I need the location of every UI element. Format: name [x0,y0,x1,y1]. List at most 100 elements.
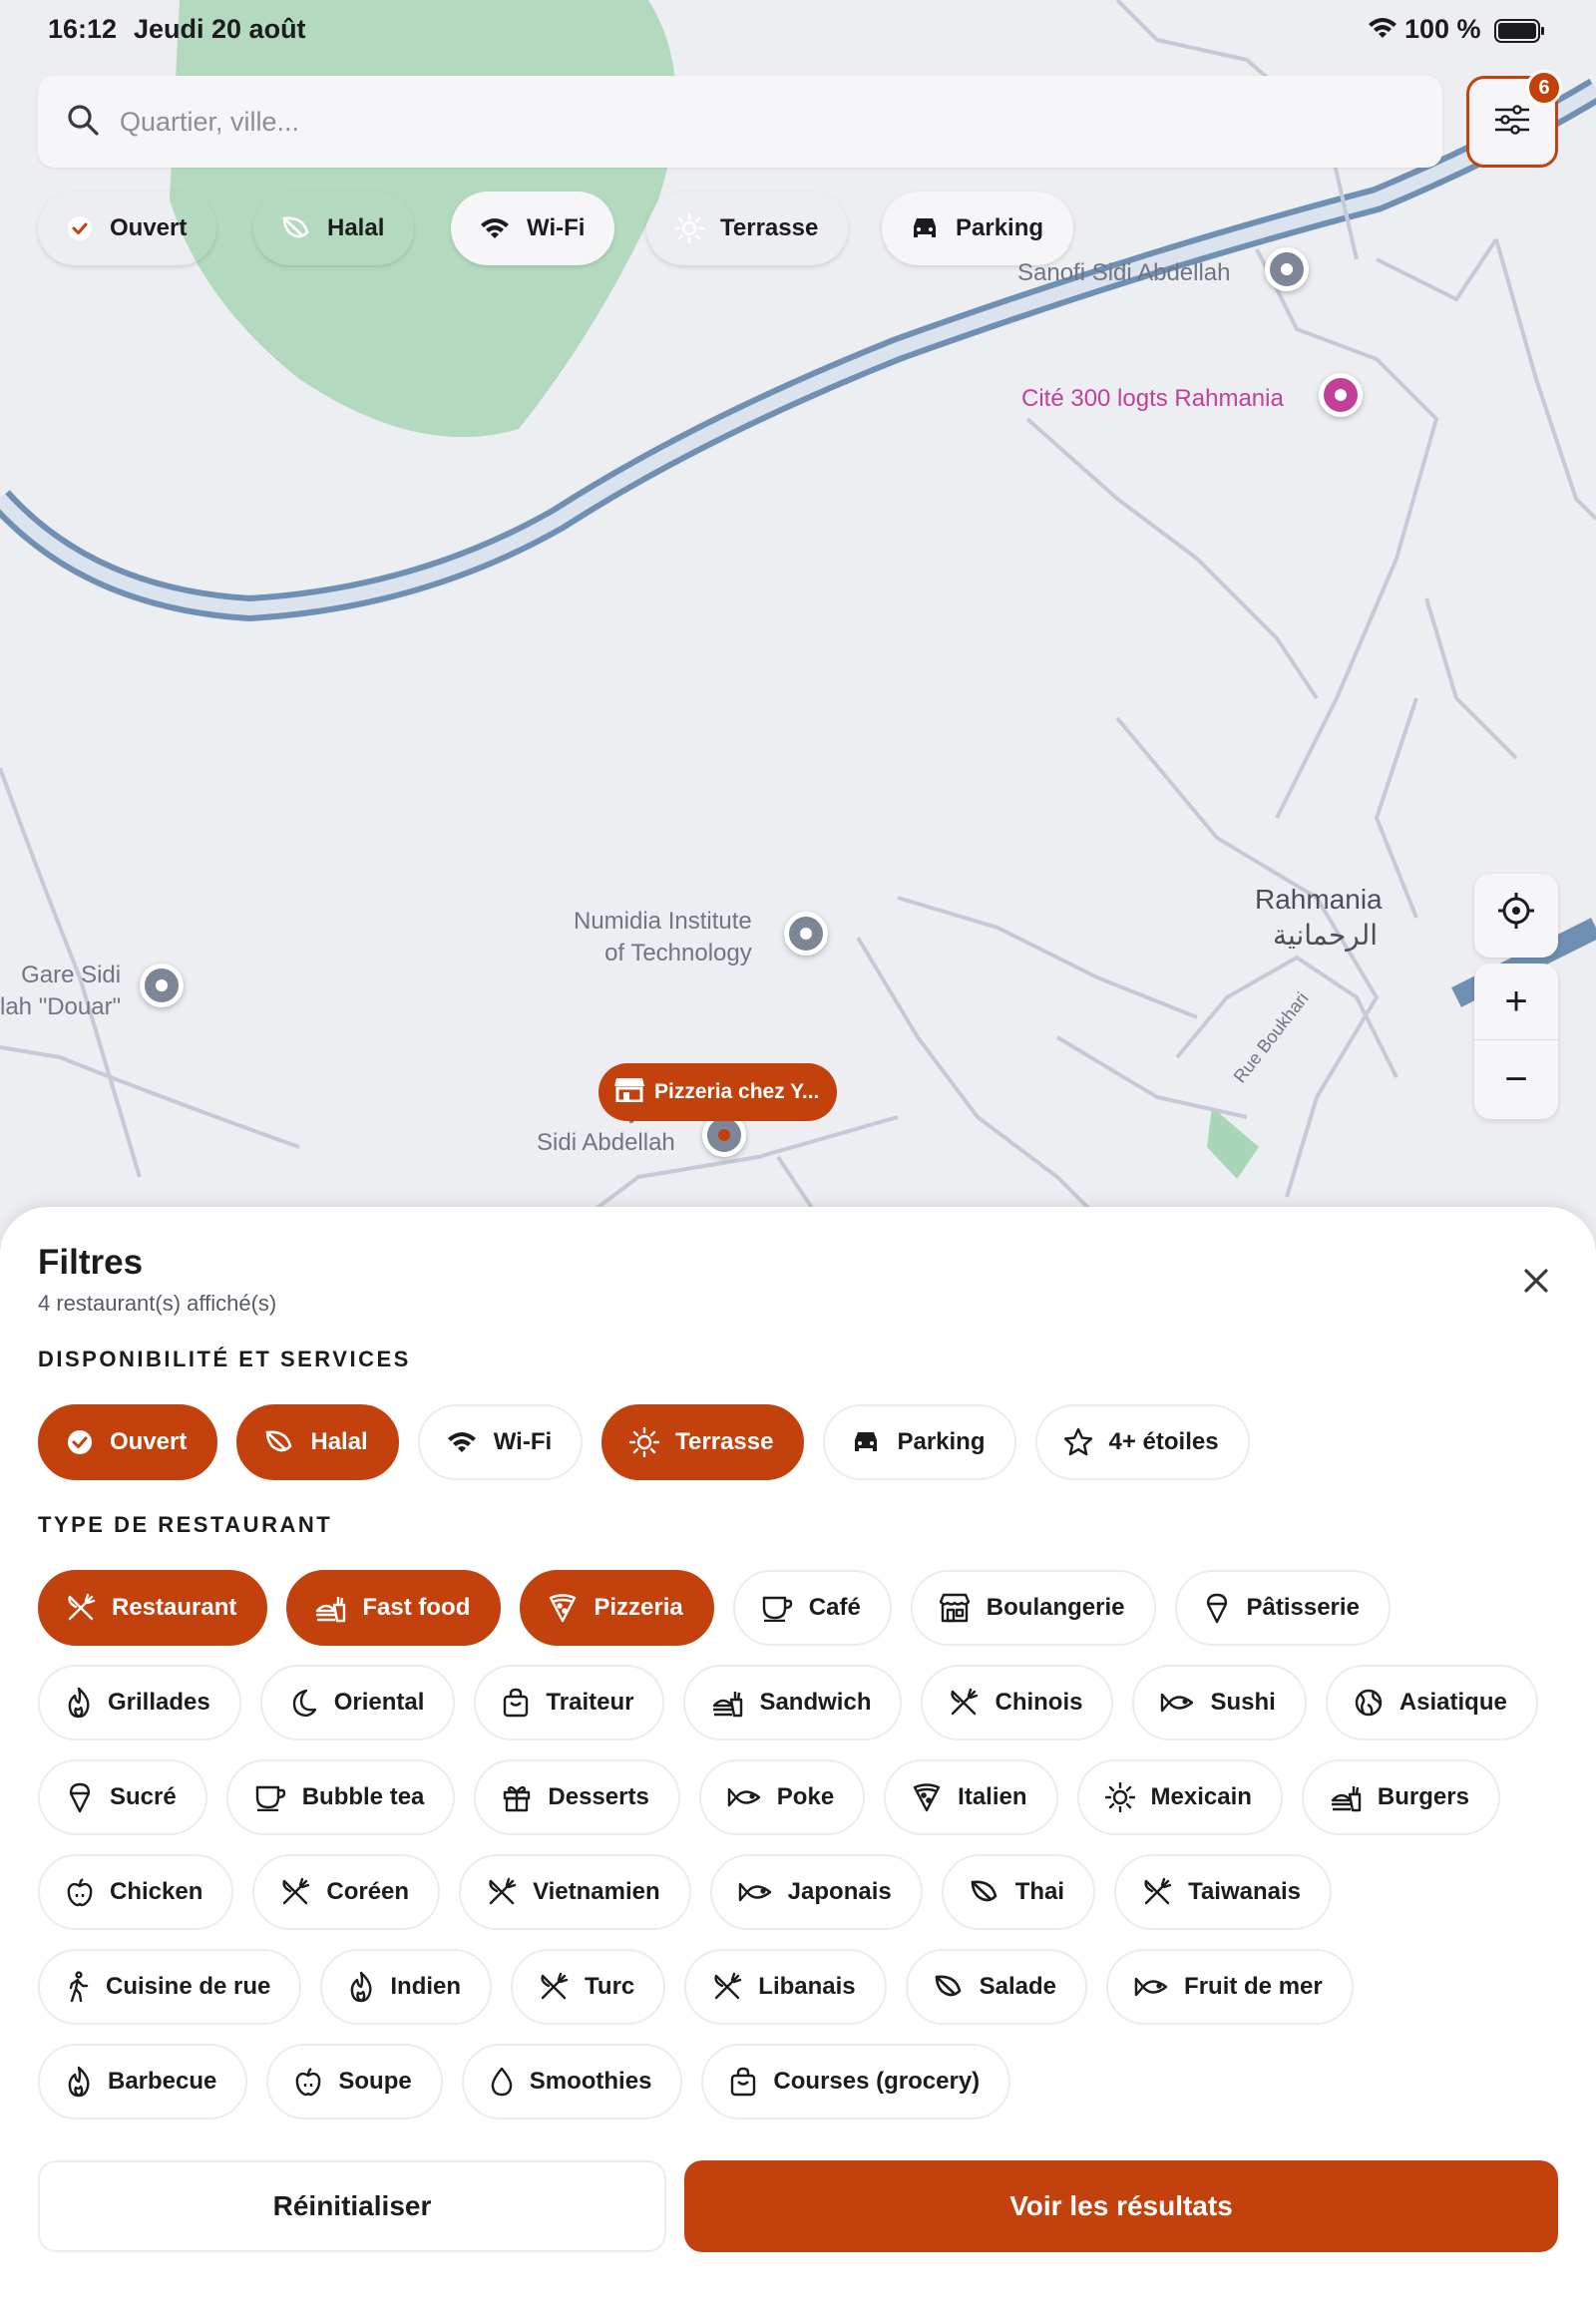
show-results-button[interactable]: Voir les résultats [684,2160,1558,2252]
map-label-sanofi: Sanofi Sidi Abdellah [1017,259,1231,286]
locate-button[interactable] [1474,874,1558,958]
type-chip-barbecue[interactable]: Barbecue [38,2044,248,2120]
type-chip-traiteur[interactable]: Traiteur [474,1665,665,1740]
battery-percent: 100 % [1404,14,1481,44]
map-pin-icon[interactable] [140,964,184,1007]
map-label-rahmania: Rahmania [1255,884,1383,915]
map-chip-parking[interactable]: Parking [882,192,1074,265]
filter-chip-terrasse[interactable]: Terrasse [601,1404,805,1480]
type-chip-italien[interactable]: Italien [884,1759,1058,1835]
chip-label: Wi-Fi [527,214,586,241]
zoom-out-button[interactable]: − [1474,1040,1558,1118]
filter-chip-halal[interactable]: Halal [236,1404,399,1480]
type-chip-grillades[interactable]: Grillades [38,1665,241,1740]
map-pin-icon[interactable] [1265,247,1309,291]
type-chip-cafe[interactable]: Café [732,1570,892,1646]
burger-fries-icon [711,1688,743,1718]
type-chip-restaurant[interactable]: Restaurant [38,1570,268,1646]
map-view[interactable]: 16:12 Jeudi 20 août 100 % 6 Ouvert Halal… [0,0,1596,1257]
chip-label: Thai [1014,1878,1065,1905]
type-chip-row: Grillades Oriental Traiteur Sandwich Chi… [38,1665,1538,1740]
type-chip-boulangerie[interactable]: Boulangerie [910,1570,1156,1646]
fish-icon [738,1879,772,1905]
type-chip-chinois[interactable]: Chinois [921,1665,1114,1740]
chip-label: Oriental [333,1689,425,1716]
bag-icon [729,2067,757,2097]
type-chip-oriental[interactable]: Oriental [259,1665,456,1740]
ice-cream-icon [66,1781,94,1813]
type-chip-taiwanais[interactable]: Taiwanais [1114,1854,1332,1930]
filters-sheet: Filtres 4 restaurant(s) affiché(s) DISPO… [0,1207,1596,2316]
type-chip-courses-grocery[interactable]: Courses (grocery) [701,2044,1011,2120]
type-chip-sushi[interactable]: Sushi [1132,1665,1307,1740]
chip-label: Burgers [1377,1783,1469,1810]
cup-icon [254,1783,286,1811]
pizza-icon [912,1782,942,1812]
type-chip-asiatique[interactable]: Asiatique [1325,1665,1538,1740]
check-circle-icon [66,214,94,242]
chip-label: Sucré [110,1783,177,1810]
filter-chip-4-etoiles[interactable]: 4+ étoiles [1034,1404,1250,1480]
type-chip-fast-food[interactable]: Fast food [286,1570,502,1646]
type-chip-soupe[interactable]: Soupe [266,2044,443,2120]
type-chip-chicken[interactable]: Chicken [38,1854,234,1930]
type-chip-patisserie[interactable]: Pâtisserie [1174,1570,1391,1646]
type-chip-desserts[interactable]: Desserts [474,1759,680,1835]
type-chip-smoothies[interactable]: Smoothies [461,2044,683,2120]
type-chip-burgers[interactable]: Burgers [1301,1759,1500,1835]
chip-label: Poke [776,1783,835,1810]
type-chip-cuisine-de-rue[interactable]: Cuisine de rue [38,1949,302,2025]
close-icon [1523,1268,1549,1299]
type-chip-sucre[interactable]: Sucré [38,1759,207,1835]
school-pin-icon[interactable] [784,912,828,956]
chip-label: 4+ étoiles [1108,1428,1219,1455]
search-icon [66,103,100,142]
crosshair-icon [1496,891,1536,941]
chip-label: Courses (grocery) [773,2068,981,2095]
filter-chip-wi-fi[interactable]: Wi-Fi [417,1404,584,1480]
map-chip-terrasse[interactable]: Terrasse [646,192,848,265]
type-chip-poke[interactable]: Poke [698,1759,866,1835]
type-chip-indien[interactable]: Indien [320,1949,493,2025]
type-chip-mexicain[interactable]: Mexicain [1076,1759,1283,1835]
search-input[interactable] [120,106,1317,138]
drop-icon [490,2067,514,2097]
type-chip-vietnamien[interactable]: Vietnamien [459,1854,691,1930]
type-chip-thai[interactable]: Thai [941,1854,1096,1930]
type-chip-bubble-tea[interactable]: Bubble tea [225,1759,456,1835]
type-chip-japonais[interactable]: Japonais [709,1854,923,1930]
type-chip-row: Barbecue Soupe Smoothies Courses (grocer… [38,2044,1011,2120]
map-chip-ouvert[interactable]: Ouvert [38,192,216,265]
utensils-icon [1142,1877,1172,1907]
map-chip-wi-fi[interactable]: Wi-Fi [451,192,615,265]
apple-icon [294,2067,322,2097]
filter-chip-ouvert[interactable]: Ouvert [38,1404,218,1480]
type-chip-fruit-de-mer[interactable]: Fruit de mer [1106,1949,1354,2025]
map-chip-halal[interactable]: Halal [253,192,414,265]
sliders-icon [1493,104,1531,140]
map-label-rahmania-ar: الرحمانية [1273,920,1379,951]
utensils-icon [280,1877,310,1907]
type-chip-turc[interactable]: Turc [511,1949,666,2025]
chip-label: Fruit de mer [1184,1973,1323,2000]
type-chip-libanais[interactable]: Libanais [684,1949,887,2025]
type-chip-coreen[interactable]: Coréen [252,1854,441,1930]
search-bar[interactable] [38,76,1442,168]
zoom-in-button[interactable]: + [1474,965,1558,1040]
close-button[interactable] [1514,1261,1558,1305]
filter-chip-parking[interactable]: Parking [823,1404,1016,1480]
flame-icon [66,1687,92,1719]
type-chip-pizzeria[interactable]: Pizzeria [520,1570,714,1646]
type-chip-row: Sucré Bubble tea Desserts Poke Italien M… [38,1759,1500,1835]
filter-count-badge: 6 [1526,70,1562,106]
chip-label: Japonais [787,1878,892,1905]
battery-icon [1494,18,1546,49]
bed-pin-icon[interactable] [1319,373,1363,417]
type-chip-salade[interactable]: Salade [905,1949,1088,2025]
pizzeria-marker[interactable]: Pizzeria chez Y... [598,1063,838,1121]
wifi-icon [446,1430,478,1454]
chip-label: Restaurant [112,1594,237,1621]
type-chip-sandwich[interactable]: Sandwich [683,1665,903,1740]
chip-label: Indien [390,1973,462,2000]
reset-button[interactable]: Réinitialiser [38,2160,666,2252]
